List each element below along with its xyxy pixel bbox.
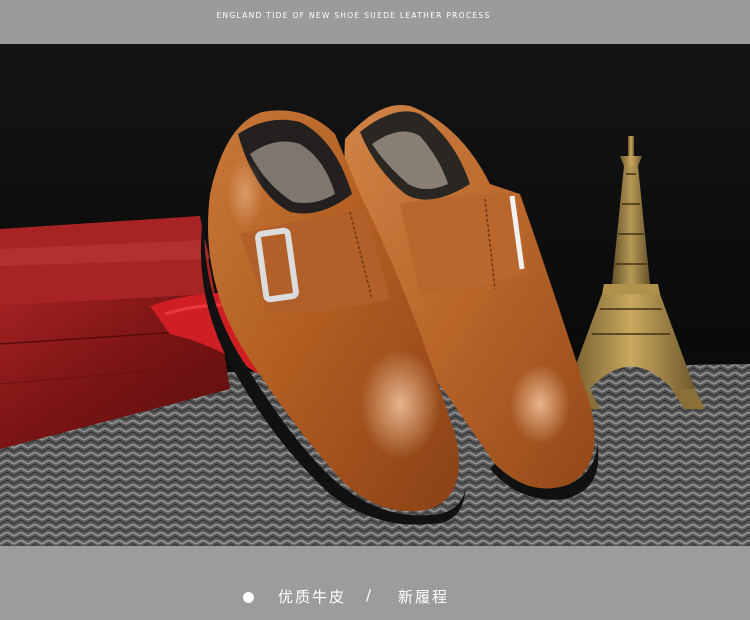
feature-label-new-journey: 新履程	[398, 588, 450, 606]
shoe-photo-illustration	[0, 44, 750, 546]
product-detail-banner: ENGLAND TIDE OF NEW SHOE SUEDE LEATHER P…	[0, 0, 750, 620]
feature-label-leather: 优质牛皮	[278, 588, 347, 606]
header-bar: ENGLAND TIDE OF NEW SHOE SUEDE LEATHER P…	[0, 0, 750, 44]
feature-separator: /	[366, 586, 372, 604]
footer-bar	[0, 546, 750, 620]
header-caption: ENGLAND TIDE OF NEW SHOE SUEDE LEATHER P…	[216, 11, 491, 20]
bullet-dot	[243, 592, 254, 603]
product-photo	[0, 44, 750, 546]
